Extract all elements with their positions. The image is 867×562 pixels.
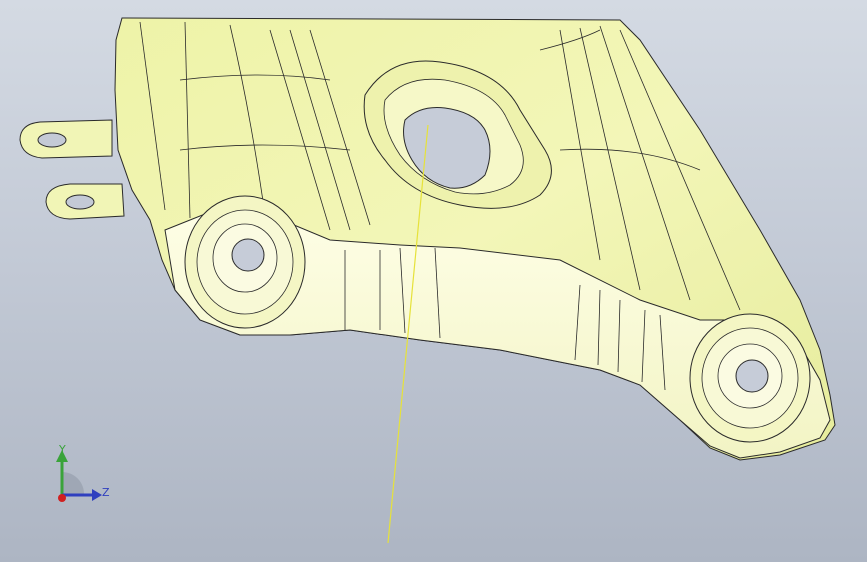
3d-viewport[interactable]: Y Z: [0, 0, 867, 562]
triad-y-label: Y: [59, 443, 66, 456]
bolt-boss-right: [689, 313, 811, 443]
mounting-tab-upper: [19, 119, 113, 159]
cad-model[interactable]: [0, 0, 867, 562]
x-axis-dot: [58, 494, 66, 502]
bolt-boss-left: [184, 195, 306, 329]
mounting-tab-lower: [45, 183, 125, 220]
orientation-triad: [56, 450, 102, 502]
triad-z-label: Z: [102, 486, 110, 499]
